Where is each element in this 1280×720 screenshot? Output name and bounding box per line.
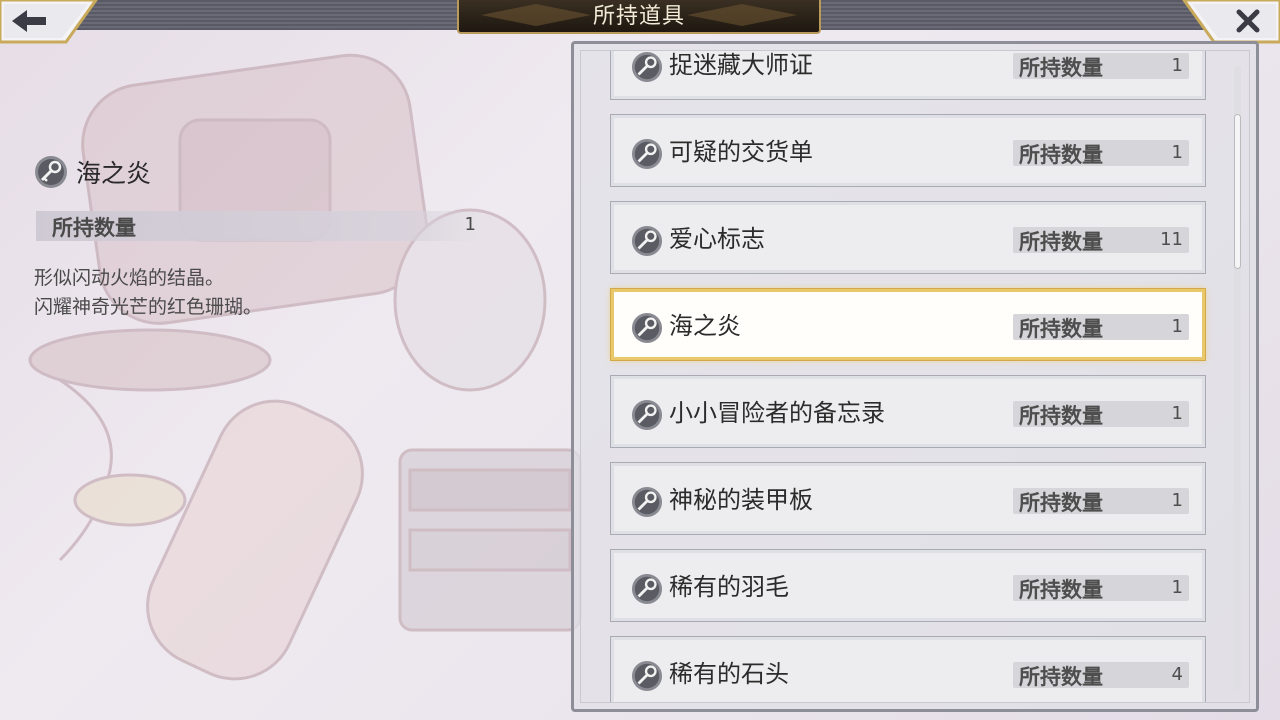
item-quantity: 所持数量 1 — [1013, 488, 1189, 515]
page-title: 所持道具 — [592, 4, 685, 29]
key-medal-icon — [631, 225, 663, 257]
item-quantity: 所持数量 1 — [1013, 53, 1189, 80]
description-line: 闪耀神奇光芒的红色珊瑚。 — [34, 296, 263, 318]
key-medal-icon — [631, 51, 663, 83]
quantity-label: 所持数量 — [1019, 578, 1103, 602]
detail-header: 海之炎 — [34, 154, 151, 190]
back-button[interactable] — [0, 0, 98, 44]
key-medal-icon — [631, 312, 663, 344]
key-medal-icon — [631, 486, 663, 518]
detail-item-name: 海之炎 — [76, 159, 152, 188]
list-item[interactable]: 爱心标志 所持数量 11 — [610, 201, 1206, 274]
item-name: 海之炎 — [669, 312, 741, 340]
item-list-inner: 捉迷藏大师证 所持数量 1 可疑的交货单 所持数量 1 爱心标志 所持数量 11 海之… — [580, 50, 1250, 703]
quantity-value: 1 — [1171, 316, 1183, 337]
quantity-label: 所持数量 — [1019, 56, 1103, 80]
item-quantity: 所持数量 4 — [1013, 662, 1189, 689]
description-line: 形似闪动火焰的结晶。 — [34, 267, 225, 289]
quantity-value: 4 — [1171, 664, 1183, 685]
key-medal-icon — [631, 573, 663, 605]
item-quantity: 所持数量 1 — [1013, 314, 1189, 341]
quantity-label: 所持数量 — [1019, 404, 1103, 428]
quantity-value: 11 — [1160, 229, 1183, 250]
item-quantity: 所持数量 1 — [1013, 575, 1189, 602]
item-list-panel[interactable]: 捉迷藏大师证 所持数量 1 可疑的交货单 所持数量 1 爱心标志 所持数量 11 海之… — [571, 41, 1259, 712]
list-item[interactable]: 可疑的交货单 所持数量 1 — [610, 114, 1206, 187]
key-medal-icon — [631, 399, 663, 431]
quantity-label: 所持数量 — [1019, 230, 1103, 254]
key-medal-icon — [631, 660, 663, 692]
quantity-value: 1 — [1171, 577, 1183, 598]
quantity-value: 1 — [1171, 55, 1183, 76]
background-illustration — [28, 53, 582, 681]
title-plate: 所持道具 — [457, 0, 821, 34]
item-quantity: 所持数量 1 — [1013, 401, 1189, 428]
list-item[interactable]: 小小冒险者的备忘录 所持数量 1 — [610, 375, 1206, 448]
item-name: 捉迷藏大师证 — [669, 51, 813, 79]
key-medal-icon — [35, 156, 67, 188]
item-quantity: 所持数量 1 — [1013, 140, 1189, 167]
item-name: 可疑的交货单 — [669, 138, 813, 166]
detail-quantity-bar: 所持数量 1 — [36, 211, 482, 241]
quantity-value: 1 — [1171, 490, 1183, 511]
item-name: 神秘的装甲板 — [669, 486, 813, 514]
item-name: 稀有的羽毛 — [669, 573, 789, 601]
item-name: 稀有的石头 — [669, 660, 789, 688]
quantity-label: 所持数量 — [1019, 317, 1103, 341]
scrollbar-thumb[interactable] — [1234, 114, 1241, 269]
list-item[interactable]: 捉迷藏大师证 所持数量 1 — [610, 51, 1206, 100]
list-item[interactable]: 稀有的石头 所持数量 4 — [610, 636, 1206, 702]
detail-quantity-label: 所持数量 — [52, 216, 136, 240]
close-button[interactable] — [1182, 0, 1280, 44]
quantity-label: 所持数量 — [1019, 143, 1103, 167]
quantity-label: 所持数量 — [1019, 665, 1103, 689]
detail-description: 形似闪动火焰的结晶。 闪耀神奇光芒的红色珊瑚。 — [34, 264, 262, 322]
key-medal-icon — [631, 138, 663, 170]
quantity-value: 1 — [1171, 142, 1183, 163]
list-item-selected[interactable]: 海之炎 所持数量 1 — [610, 288, 1206, 361]
list-item[interactable]: 神秘的装甲板 所持数量 1 — [610, 462, 1206, 535]
item-name: 小小冒险者的备忘录 — [669, 399, 885, 427]
item-quantity: 所持数量 11 — [1013, 227, 1189, 254]
detail-quantity-value: 1 — [464, 214, 476, 235]
list-item[interactable]: 稀有的羽毛 所持数量 1 — [610, 549, 1206, 622]
list-scrollbar[interactable] — [1234, 66, 1241, 690]
item-name: 爱心标志 — [669, 225, 765, 253]
quantity-value: 1 — [1171, 403, 1183, 424]
quantity-label: 所持数量 — [1019, 491, 1103, 515]
